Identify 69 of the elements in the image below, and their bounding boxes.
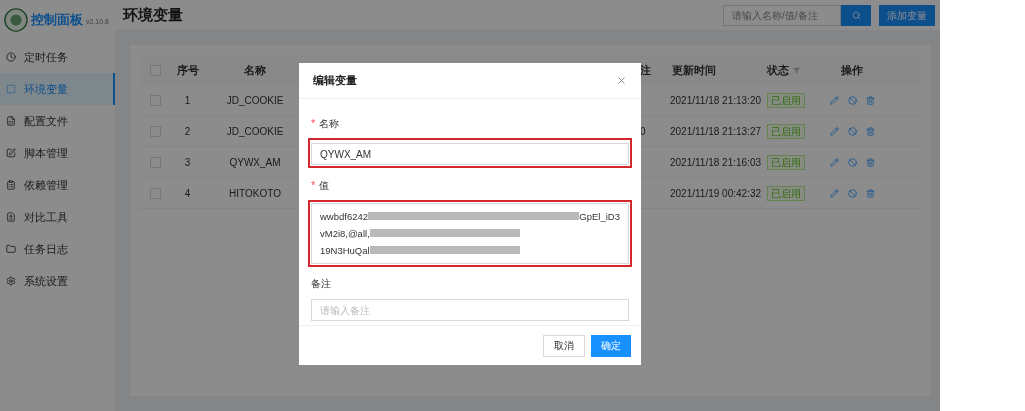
value-textarea[interactable]: wwbdf6242 GpEl_iD3 vM2i8,@all, 19N3HuQal (311, 202, 629, 264)
table-cell: 1 (184, 94, 191, 106)
edit-icon[interactable] (829, 157, 839, 167)
clock-icon (6, 52, 16, 62)
delete-icon[interactable] (865, 157, 875, 167)
name-field[interactable]: QYWX_AM (311, 143, 629, 165)
page-title: 环境变量 (123, 4, 184, 25)
ban-icon[interactable] (847, 157, 857, 167)
edit-icon[interactable] (829, 126, 839, 136)
edit-icon[interactable] (829, 95, 839, 105)
column-header: 状态 (767, 62, 789, 78)
ban-icon[interactable] (847, 126, 857, 136)
sidebar-item[interactable]: 脚本管理 (0, 137, 115, 169)
sidebar-item[interactable]: 系统设置 (0, 265, 115, 297)
column-header: 操作 (841, 63, 863, 76)
search-button[interactable] (841, 4, 871, 26)
folder-icon (6, 244, 16, 254)
delete-icon[interactable] (865, 126, 875, 136)
table-cell: 3 (184, 156, 191, 168)
ban-icon[interactable] (847, 95, 857, 105)
filter-icon[interactable] (793, 66, 800, 74)
confirm-button[interactable]: 确定 (591, 334, 631, 357)
table-cell: 4 (184, 187, 191, 199)
dashed-square-icon (6, 84, 16, 94)
app-title: 控制面板 (31, 11, 83, 30)
field-label: 备注 (311, 276, 331, 291)
column-header: 序号 (176, 63, 199, 76)
table-cell: 2021/11/18 21:13:27 (670, 125, 761, 137)
settings-icon (6, 276, 16, 286)
delete-icon[interactable] (865, 188, 875, 198)
list-icon (6, 180, 16, 190)
required-mark: * (311, 116, 316, 131)
table-cell: JD_COOKIE (226, 94, 284, 106)
spreadsheet-icon (6, 116, 16, 126)
sidebar-item[interactable]: 对比工具 (0, 201, 115, 233)
column-header: 名称 (244, 63, 266, 76)
column-header: 注 (640, 63, 651, 76)
search-icon (851, 10, 861, 20)
delete-icon[interactable] (865, 95, 875, 105)
table-cell: JD_COOKIE (226, 125, 284, 137)
close-icon[interactable] (616, 75, 627, 86)
search-field[interactable]: 请输入名称/值/备注 (723, 4, 841, 26)
table-cell: 2 (184, 125, 191, 137)
table-cell: QYWX_AM (229, 156, 281, 168)
sidebar-item[interactable]: 定时任务 (0, 41, 115, 73)
table-cell: 2021/11/19 00:42:32 (670, 187, 761, 199)
sidebar-item[interactable]: 任务日志 (0, 233, 115, 265)
logo-icon (4, 8, 28, 32)
status-tag: 已启用 (767, 123, 805, 139)
field-label: 名称 (319, 116, 340, 131)
required-mark: * (311, 178, 316, 193)
table-cell: 2021/11/18 21:13:20 (670, 94, 761, 106)
sidebar-item[interactable]: 依赖管理 (0, 169, 115, 201)
add-variable-button[interactable]: 添加变量 (879, 4, 935, 26)
status-tag: 已启用 (767, 92, 805, 108)
note-field[interactable]: 请输入备注 (311, 299, 629, 321)
edit-icon (6, 148, 16, 158)
column-header: 更新时间 (672, 63, 716, 76)
cancel-button[interactable]: 取消 (543, 334, 585, 357)
dialog-title: 编辑变量 (313, 73, 358, 89)
status-tag: 已启用 (767, 185, 805, 201)
field-label: 值 (319, 178, 330, 193)
edit-icon[interactable] (829, 188, 839, 198)
table-cell: HITOKOTO (229, 187, 281, 199)
status-tag: 已启用 (767, 154, 805, 170)
document-icon (6, 212, 16, 222)
ban-icon[interactable] (847, 188, 857, 198)
sidebar-item[interactable]: 配置文件 (0, 105, 115, 137)
table-cell: 2021/11/18 21:16:03 (670, 156, 761, 168)
